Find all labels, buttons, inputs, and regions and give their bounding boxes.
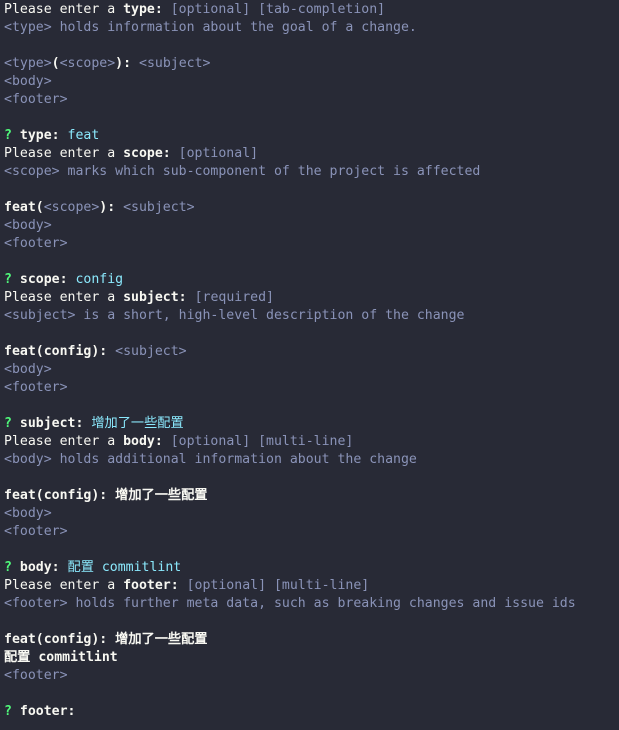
terminal-text: <subject> <box>115 200 195 215</box>
terminal-text: Please enter a <box>4 578 124 593</box>
terminal-text: <footer> <box>4 668 68 683</box>
terminal-text: <body> <box>4 74 52 89</box>
prompt-question-mark: ? <box>4 560 12 575</box>
terminal-text: subject: <box>123 290 187 305</box>
terminal-line: <footer> <box>4 523 615 541</box>
terminal-line: <body> <box>4 217 615 235</box>
terminal-line: Please enter a type: [optional] [tab-com… <box>4 1 615 19</box>
terminal-line: <subject> is a short, high-level descrip… <box>4 307 615 325</box>
terminal-text: 配置 commitlint <box>4 650 118 665</box>
terminal-text: <scope> <box>59 56 116 71</box>
terminal-text: 增加了一些配置 <box>83 416 184 431</box>
terminal-line: ? footer: <box>4 703 615 721</box>
terminal-text: <body> holds additional information abou… <box>4 452 417 467</box>
terminal-text: [optional] [multi-line] <box>162 434 354 449</box>
terminal-text: <footer> <box>4 380 68 395</box>
terminal-text: feat(config): <box>4 344 108 359</box>
terminal-line: Please enter a scope: [optional] <box>4 145 615 163</box>
terminal-text: <subject> <box>107 344 187 359</box>
prompt-question-mark: ? <box>4 704 12 719</box>
terminal-line: <footer> <box>4 379 615 397</box>
prompt-question-mark: ? <box>4 272 12 287</box>
terminal-text: type: <box>123 2 163 17</box>
terminal-text: scope: <box>11 272 68 287</box>
terminal-text: <subject> is a short, high-level descrip… <box>4 308 465 323</box>
terminal-text: feat <box>59 128 100 143</box>
terminal-text: [optional] <box>170 146 259 161</box>
terminal-text: footer: <box>11 704 76 719</box>
terminal-line: feat(config): <subject> <box>4 343 615 361</box>
terminal-line: <body> <box>4 361 615 379</box>
terminal-text: config <box>67 272 124 287</box>
terminal-text: [required] <box>186 290 274 305</box>
terminal-text: subject: <box>11 416 84 431</box>
terminal-line: feat(config): 增加了一些配置 <box>4 487 615 505</box>
terminal-text: ): <box>115 56 132 71</box>
prompt-question-mark: ? <box>4 416 12 431</box>
terminal-text: Please enter a <box>4 146 124 161</box>
terminal-text: <footer> <box>4 92 68 107</box>
terminal-line: <footer> <box>4 235 615 253</box>
terminal-text: <subject> <box>131 56 211 71</box>
terminal-line: <body> holds additional information abou… <box>4 451 615 469</box>
terminal-text: <footer> holds further meta data, such a… <box>4 596 576 611</box>
terminal-output: Please enter a type: [optional] [tab-com… <box>0 0 619 721</box>
terminal-text: <footer> <box>4 524 68 539</box>
terminal-text: <scope> marks which sub-component of the… <box>4 164 481 179</box>
terminal-text: [optional] [multi-line] <box>178 578 370 593</box>
terminal-text: <type> holds information about the goal … <box>4 20 417 35</box>
terminal-text: footer: <box>123 578 179 593</box>
terminal-line: Please enter a subject: [required] <box>4 289 615 307</box>
terminal-line: <footer> holds further meta data, such a… <box>4 595 615 613</box>
terminal-line: <footer> <box>4 91 615 109</box>
terminal-text: <body> <box>4 362 52 377</box>
terminal-text: Please enter a <box>4 290 124 305</box>
terminal-text: body: <box>11 560 60 575</box>
terminal-text: feat(config): 增加了一些配置 <box>4 632 208 647</box>
terminal-text: feat( <box>4 200 44 215</box>
terminal-text: ): <box>99 200 116 215</box>
terminal-line: feat(config): 增加了一些配置 <box>4 631 615 649</box>
terminal-line: <type>(<scope>): <subject> <box>4 55 615 73</box>
terminal-text: feat(config): 增加了一些配置 <box>4 488 208 503</box>
terminal-text: <footer> <box>4 236 68 251</box>
terminal-text: Please enter a <box>4 434 124 449</box>
terminal-line: ? body: 配置 commitlint <box>4 559 615 577</box>
terminal-text: <scope> <box>43 200 100 215</box>
terminal-line: <body> <box>4 73 615 91</box>
terminal-line: Please enter a footer: [optional] [multi… <box>4 577 615 595</box>
terminal-line: feat(<scope>): <subject> <box>4 199 615 217</box>
terminal-text: type: <box>11 128 60 143</box>
terminal-line: <type> holds information about the goal … <box>4 19 615 37</box>
terminal-line: 配置 commitlint <box>4 649 615 667</box>
terminal-text: Please enter a <box>4 2 124 17</box>
terminal-line: Please enter a body: [optional] [multi-l… <box>4 433 615 451</box>
terminal-line: ? subject: 增加了一些配置 <box>4 415 615 433</box>
terminal-text: scope: <box>123 146 171 161</box>
terminal-text: <type> <box>4 56 52 71</box>
prompt-question-mark: ? <box>4 128 12 143</box>
terminal-text: body: <box>123 434 163 449</box>
terminal-text: <body> <box>4 218 52 233</box>
terminal-line: <scope> marks which sub-component of the… <box>4 163 615 181</box>
terminal-text: [optional] [tab-completion] <box>162 2 386 17</box>
terminal-line: ? type: feat <box>4 127 615 145</box>
terminal-line: ? scope: config <box>4 271 615 289</box>
terminal-text: 配置 commitlint <box>59 560 182 575</box>
terminal-text: ( <box>51 56 60 71</box>
terminal-text: <body> <box>4 506 52 521</box>
terminal-line: <footer> <box>4 667 615 685</box>
terminal-line: <body> <box>4 505 615 523</box>
